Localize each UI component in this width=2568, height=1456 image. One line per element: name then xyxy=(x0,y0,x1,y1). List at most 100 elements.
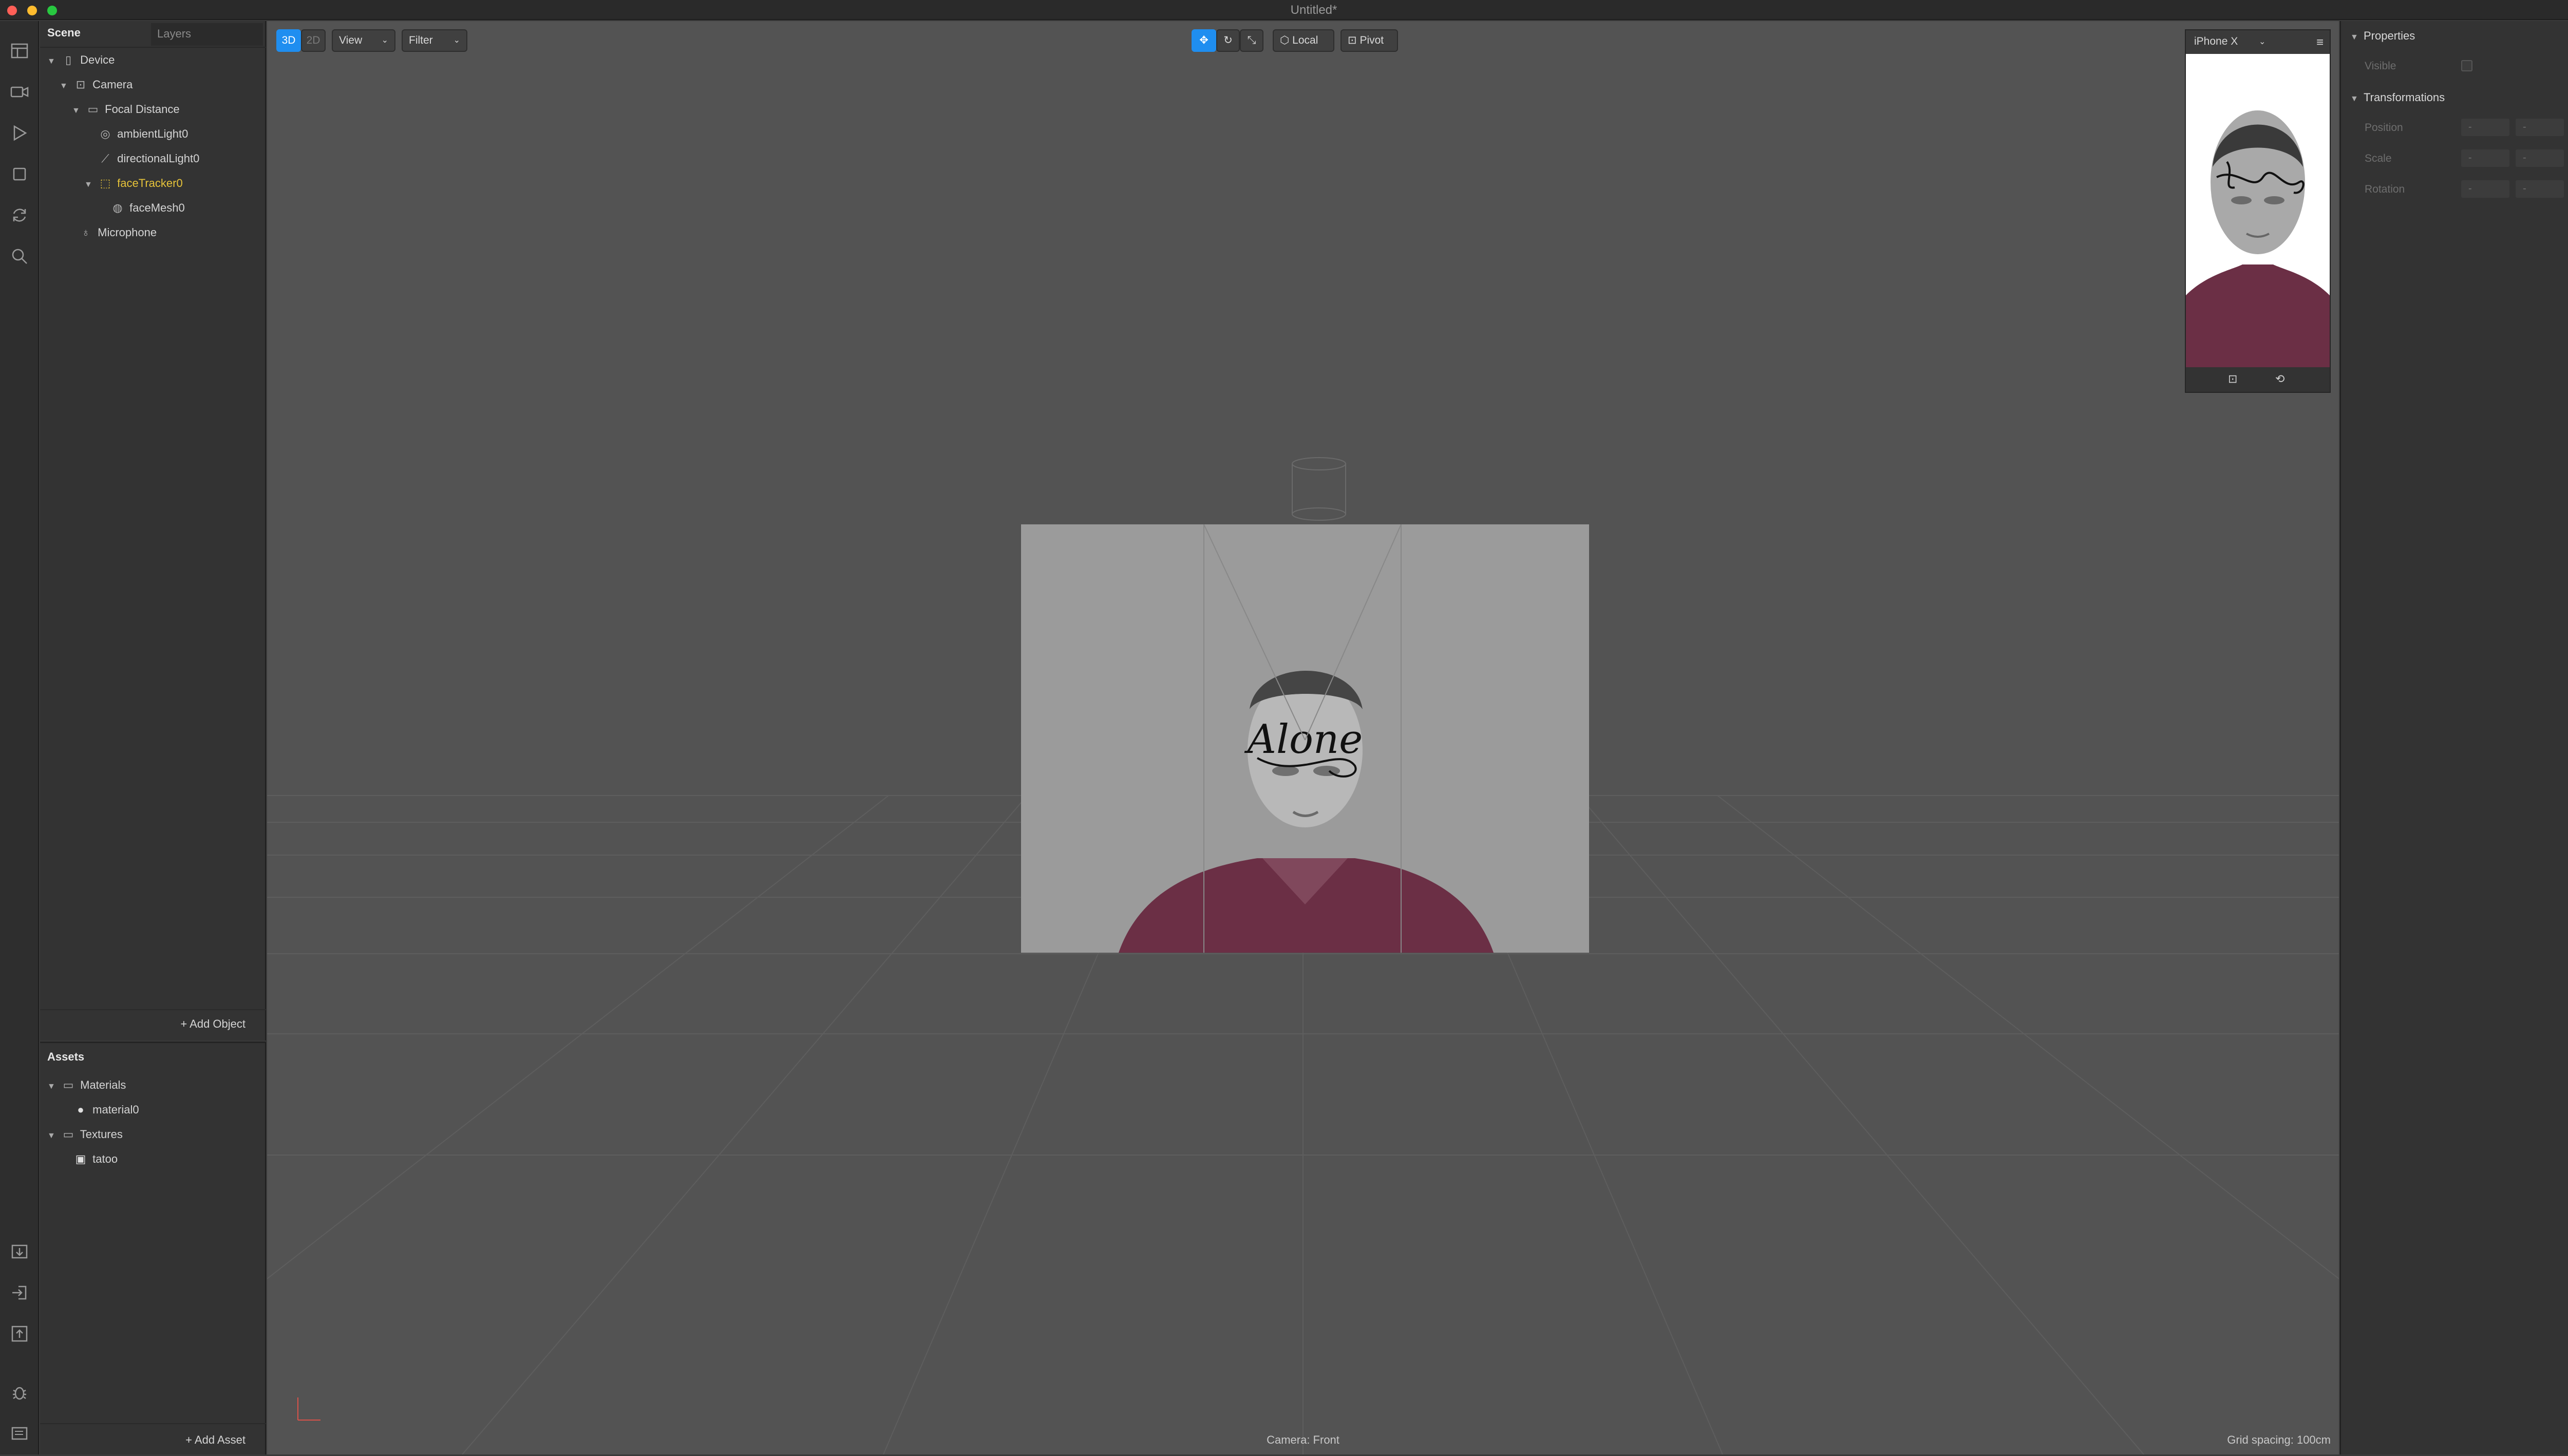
properties-header[interactable]: ▼ Properties xyxy=(2350,29,2415,43)
camera-label: Camera: Front xyxy=(1267,1433,1339,1446)
scene-viewport[interactable]: Alone 3D 2D View ⌄ Filter ⌄ ✥ ↻ ⤡ ⬡ Loca… xyxy=(267,21,2339,1454)
rotation-x-field[interactable]: - xyxy=(2461,180,2509,198)
scene-tabs: Scene Layers xyxy=(40,21,266,48)
texture-icon: ▣ xyxy=(75,1152,86,1165)
scale-label: Scale xyxy=(2365,153,2392,164)
play-icon[interactable] xyxy=(9,123,30,143)
transformations-header[interactable]: ▼ Transformations xyxy=(2350,91,2445,104)
material-sphere-icon: ● xyxy=(77,1103,84,1116)
add-object-bar: + Add Object xyxy=(40,1009,266,1040)
assets-title: Assets xyxy=(47,1050,85,1063)
move-icon: ✥ xyxy=(1199,34,1209,46)
mode-3d-button[interactable]: 3D xyxy=(276,29,301,52)
directional-light-icon: ⟋ xyxy=(101,152,109,165)
window-title: Untitled* xyxy=(1290,3,1337,17)
title-bar: Untitled* xyxy=(0,0,2568,20)
add-asset-bar: + Add Asset xyxy=(40,1423,266,1456)
stop-icon[interactable] xyxy=(9,164,30,184)
import-icon[interactable] xyxy=(9,1241,30,1262)
add-object-button[interactable]: + Add Object xyxy=(180,1017,246,1031)
tree-item-directional-light[interactable]: ⟋ directionalLight0 xyxy=(97,146,199,171)
tree-item-face-tracker[interactable]: ▼ ⬚ faceTracker0 xyxy=(84,171,183,196)
rotation-label: Rotation xyxy=(2365,183,2405,195)
position-x-field[interactable]: - xyxy=(2461,119,2509,136)
refresh-icon[interactable] xyxy=(9,205,30,225)
chevron-down-icon[interactable]: ▼ xyxy=(72,99,84,123)
device-selector[interactable]: iPhone X xyxy=(2194,35,2238,48)
mode-2d-button[interactable]: 2D xyxy=(301,29,326,52)
camera-preview-plane[interactable]: Alone xyxy=(1021,524,1589,953)
microphone-icon: ♁ xyxy=(81,226,90,239)
visible-label: Visible xyxy=(2365,60,2396,72)
chevron-down-icon: ▼ xyxy=(2350,33,2358,42)
asset-item-textures[interactable]: ▼ ▭ Textures xyxy=(47,1122,123,1147)
chevron-down-icon[interactable]: ▼ xyxy=(47,1124,60,1148)
chevron-down-icon: ⌄ xyxy=(453,36,460,45)
pivot-icon: ⊡ xyxy=(1348,34,1360,46)
rotation-y-field[interactable]: - xyxy=(2516,180,2564,198)
tree-item-microphone[interactable]: ♁ Microphone xyxy=(77,220,157,245)
phone-icon: ▯ xyxy=(65,53,72,66)
video-camera-icon[interactable] xyxy=(9,82,30,102)
position-y-field[interactable]: - xyxy=(2516,119,2564,136)
face-mesh-icon: ◍ xyxy=(112,201,123,214)
tree-item-device[interactable]: ▼ ▯ Device xyxy=(47,48,115,72)
asset-item-tatoo[interactable]: ▣ tatoo xyxy=(72,1147,118,1171)
properties-panel: ▼ Properties Visible ▼ Transformations Pos… xyxy=(2340,21,2568,1454)
chevron-down-icon[interactable]: ▼ xyxy=(47,1074,60,1099)
tree-item-focal-distance[interactable]: ▼ ▭ Focal Distance xyxy=(72,97,180,122)
scale-tool-button[interactable]: ⤡ xyxy=(1240,29,1263,52)
menu-icon[interactable]: ≡ xyxy=(2316,35,2324,50)
grid-spacing-label: Grid spacing: 100cm xyxy=(2227,1433,2331,1446)
plus-icon: + xyxy=(180,1017,190,1030)
layout-icon[interactable] xyxy=(9,41,30,61)
folder-icon: ▭ xyxy=(63,1079,74,1091)
console-icon[interactable] xyxy=(9,1423,30,1444)
tree-item-camera[interactable]: ▼ ⊡ Camera xyxy=(60,72,133,97)
upload-icon[interactable] xyxy=(9,1323,30,1344)
position-label: Position xyxy=(2365,122,2403,134)
plus-icon: + xyxy=(185,1433,195,1446)
chevron-down-icon: ▼ xyxy=(2350,94,2358,103)
sign-in-icon[interactable] xyxy=(9,1282,30,1303)
asset-item-materials[interactable]: ▼ ▭ Materials xyxy=(47,1073,126,1098)
scene-panel: Scene Layers ▼ ▯ Device ▼ ⊡ Camera ▼ ▭ Foca… xyxy=(40,21,266,1041)
tree-item-face-mesh[interactable]: ◍ faceMesh0 xyxy=(109,196,184,220)
rotate-icon: ↻ xyxy=(1223,34,1233,46)
ruler-icon: ▭ xyxy=(87,103,99,116)
add-asset-button[interactable]: + Add Asset xyxy=(185,1433,246,1447)
view-dropdown[interactable]: View ⌄ xyxy=(332,29,395,52)
scale-icon: ⤡ xyxy=(1247,34,1256,46)
preview-face-image xyxy=(2186,54,2330,367)
scale-x-field[interactable]: - xyxy=(2461,149,2509,167)
face-tracker-icon: ⬚ xyxy=(100,177,111,190)
preview-footer: ⊡ ⟲ xyxy=(2186,367,2330,392)
cube-icon: ⬡ xyxy=(1280,34,1293,46)
rotate-device-icon[interactable]: ⟲ xyxy=(2275,372,2284,386)
search-icon[interactable] xyxy=(9,246,30,267)
move-tool-button[interactable]: ✥ xyxy=(1192,29,1216,52)
chevron-down-icon: ⌄ xyxy=(381,36,388,45)
ambient-light-icon: ◎ xyxy=(100,127,110,140)
pivot-button[interactable]: ⊡ Pivot xyxy=(1340,29,1398,52)
rotate-tool-button[interactable]: ↻ xyxy=(1216,29,1240,52)
assets-panel: Assets ▼ ▭ Materials ● material0 ▼ ▭ Textu… xyxy=(40,1042,266,1454)
scale-y-field[interactable]: - xyxy=(2516,149,2564,167)
preview-header: iPhone X ⌄ ≡ xyxy=(2186,30,2330,54)
device-preview: iPhone X ⌄ ≡ ⊡ ⟲ xyxy=(2185,29,2331,393)
tab-layers[interactable]: Layers xyxy=(151,23,263,46)
screenshot-icon[interactable]: ⊡ xyxy=(2228,372,2237,386)
asset-item-material0[interactable]: ● material0 xyxy=(72,1098,139,1122)
filter-dropdown[interactable]: Filter ⌄ xyxy=(402,29,467,52)
bug-icon[interactable] xyxy=(9,1382,30,1403)
left-toolbar xyxy=(0,21,39,1454)
chevron-down-icon[interactable]: ▼ xyxy=(60,74,72,99)
local-space-button[interactable]: ⬡ Local xyxy=(1273,29,1334,52)
visible-checkbox[interactable] xyxy=(2461,60,2472,71)
tab-scene[interactable]: Scene xyxy=(47,26,81,40)
chevron-down-icon[interactable]: ⌄ xyxy=(2259,36,2265,47)
chevron-down-icon[interactable]: ▼ xyxy=(47,49,60,74)
video-camera-icon: ⊡ xyxy=(75,78,86,91)
tree-item-ambient-light[interactable]: ◎ ambientLight0 xyxy=(97,122,188,146)
chevron-down-icon[interactable]: ▼ xyxy=(84,173,97,197)
